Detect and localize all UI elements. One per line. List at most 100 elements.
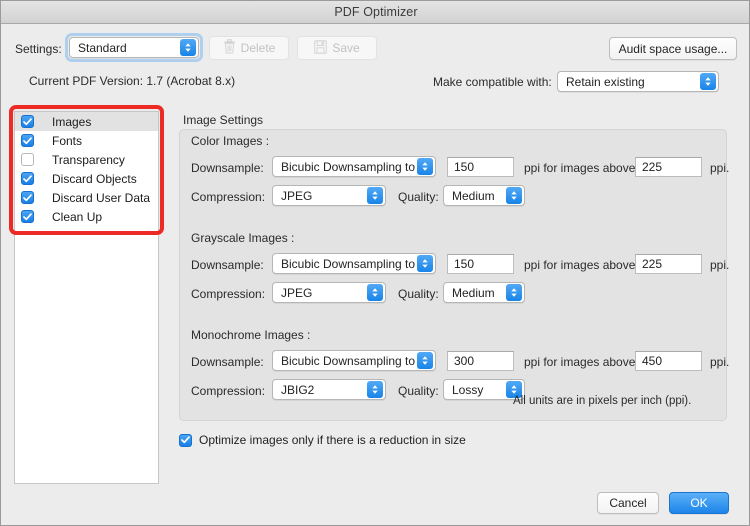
image-settings-group-title: Image Settings xyxy=(183,113,264,127)
sidebar-item-discard-user-data[interactable]: Discard User Data xyxy=(15,188,158,207)
compression-label: Compression: xyxy=(191,190,266,204)
grayscale-images-compression-dropdown-value: JPEG xyxy=(281,285,313,300)
color-images-threshold-ppi-field[interactable]: 225 xyxy=(635,157,702,177)
compression-label: Compression: xyxy=(191,287,266,301)
cancel-button-label: Cancel xyxy=(609,496,647,510)
audit-space-usage-button[interactable]: Audit space usage... xyxy=(609,37,737,60)
ppi-for-images-above-label: ppi for images above xyxy=(524,258,636,272)
grayscale-images-downsample-ppi-field-value: 150 xyxy=(454,257,475,271)
color-images-quality-dropdown[interactable]: Medium xyxy=(443,185,525,206)
color-images-compression-dropdown-value: JPEG xyxy=(281,188,313,203)
color-images-threshold-ppi-field-value: 225 xyxy=(642,160,663,174)
sidebar-item-discard-objects[interactable]: Discard Objects xyxy=(15,169,158,188)
make-compatible-dropdown[interactable]: Retain existing xyxy=(557,71,719,92)
ok-button[interactable]: OK xyxy=(669,492,729,514)
chevron-updown-icon xyxy=(180,39,196,56)
monochrome-images-quality-dropdown-value: Lossy xyxy=(452,382,484,397)
settings-preset-dropdown[interactable]: Standard xyxy=(69,37,199,58)
chevron-updown-icon xyxy=(506,187,522,204)
grayscale-images-section-title: Grayscale Images : xyxy=(191,231,295,245)
color-images-downsample-ppi-field[interactable]: 150 xyxy=(447,157,514,177)
ok-button-label: OK xyxy=(690,496,708,510)
compression-label: Compression: xyxy=(191,384,266,398)
make-compatible-value: Retain existing xyxy=(566,74,645,89)
quality-label: Quality: xyxy=(398,384,439,398)
color-images-quality-dropdown-value: Medium xyxy=(452,188,495,203)
monochrome-images-threshold-ppi-field-value: 450 xyxy=(642,354,663,368)
quality-label: Quality: xyxy=(398,190,439,204)
grayscale-images-downsample-method-dropdown-value: Bicubic Downsampling to xyxy=(281,256,416,271)
monochrome-images-compression-dropdown-value: JBIG2 xyxy=(281,382,315,397)
grayscale-images-compression-dropdown[interactable]: JPEG xyxy=(272,282,386,303)
quality-label: Quality: xyxy=(398,287,439,301)
delete-button-label: Delete xyxy=(240,41,276,55)
checkbox-transparency[interactable] xyxy=(21,153,34,166)
window-title: PDF Optimizer xyxy=(334,5,418,19)
sidebar-item-label: Clean Up xyxy=(52,209,103,224)
ppi-for-images-above-label: ppi for images above xyxy=(524,355,636,369)
make-compatible-label: Make compatible with: xyxy=(433,75,552,89)
delete-button[interactable]: Delete xyxy=(209,36,289,60)
monochrome-images-threshold-ppi-field[interactable]: 450 xyxy=(635,351,702,371)
ppi-suffix-label: ppi. xyxy=(710,355,730,369)
chevron-updown-icon xyxy=(506,284,522,301)
sidebar-item-clean-up[interactable]: Clean Up xyxy=(15,207,158,226)
monochrome-images-downsample-ppi-field-value: 300 xyxy=(454,354,475,368)
save-button-label: Save xyxy=(332,41,360,55)
sidebar-item-label: Fonts xyxy=(52,133,83,148)
save-button[interactable]: Save xyxy=(297,36,377,60)
image-settings-panel: Color Images : Downsample: Bicubic Downsam… xyxy=(179,129,730,421)
window-titlebar: PDF Optimizer xyxy=(1,1,749,24)
sidebar-item-label: Discard Objects xyxy=(52,171,137,186)
chevron-updown-icon xyxy=(367,284,383,301)
chevron-updown-icon xyxy=(417,158,433,175)
downsample-label: Downsample: xyxy=(191,161,264,175)
monochrome-images-compression-dropdown[interactable]: JBIG2 xyxy=(272,379,386,400)
sidebar-item-images[interactable]: Images xyxy=(15,112,158,131)
trash-icon xyxy=(223,39,236,57)
downsample-label: Downsample: xyxy=(191,355,264,369)
color-images-section-title: Color Images : xyxy=(191,134,270,148)
monochrome-images-section-title: Monochrome Images : xyxy=(191,328,311,342)
settings-category-list[interactable]: Images Fonts Transparency Discard Objects Di… xyxy=(14,111,159,484)
sidebar-item-label: Discard User Data xyxy=(52,190,151,205)
chevron-updown-icon xyxy=(417,255,433,272)
units-note-text: All units are in pixels per inch (ppi). xyxy=(513,395,692,407)
color-images-compression-dropdown[interactable]: JPEG xyxy=(272,185,386,206)
ppi-for-images-above-label: ppi for images above xyxy=(524,161,636,175)
ppi-suffix-label: ppi. xyxy=(710,161,730,175)
chevron-updown-icon xyxy=(367,187,383,204)
downsample-label: Downsample: xyxy=(191,258,264,272)
checkbox-discard-user-data[interactable] xyxy=(21,191,34,204)
grayscale-images-threshold-ppi-field[interactable]: 225 xyxy=(635,254,702,274)
chevron-updown-icon xyxy=(700,73,716,90)
pdf-optimizer-dialog: PDF Optimizer Settings: Standard Delete xyxy=(0,0,750,526)
sidebar-item-fonts[interactable]: Fonts xyxy=(15,131,158,150)
sidebar-item-label: Transparency xyxy=(52,152,125,167)
color-images-downsample-ppi-field-value: 150 xyxy=(454,160,475,174)
monochrome-images-downsample-method-dropdown[interactable]: Bicubic Downsampling to xyxy=(272,350,436,371)
checkbox-clean-up[interactable] xyxy=(21,210,34,223)
checkbox-fonts[interactable] xyxy=(21,134,34,147)
cancel-button[interactable]: Cancel xyxy=(597,492,659,514)
grayscale-images-quality-dropdown-value: Medium xyxy=(452,285,495,300)
grayscale-images-downsample-ppi-field[interactable]: 150 xyxy=(447,254,514,274)
sidebar-item-transparency[interactable]: Transparency xyxy=(15,150,158,169)
grayscale-images-quality-dropdown[interactable]: Medium xyxy=(443,282,525,303)
optimize-images-label: Optimize images only if there is a reduc… xyxy=(199,433,466,447)
chevron-updown-icon xyxy=(417,352,433,369)
grayscale-images-downsample-method-dropdown[interactable]: Bicubic Downsampling to xyxy=(272,253,436,274)
color-images-downsample-method-dropdown[interactable]: Bicubic Downsampling to xyxy=(272,156,436,177)
monochrome-images-downsample-ppi-field[interactable]: 300 xyxy=(447,351,514,371)
optimize-images-checkbox[interactable] xyxy=(179,433,192,447)
audit-space-usage-label: Audit space usage... xyxy=(618,41,728,56)
sidebar-item-label: Images xyxy=(52,114,92,129)
monochrome-images-downsample-method-dropdown-value: Bicubic Downsampling to xyxy=(281,353,416,368)
chevron-updown-icon xyxy=(367,381,383,398)
checkbox-images[interactable] xyxy=(21,115,34,128)
floppy-disk-icon xyxy=(314,39,328,57)
optimize-images-checkbox-row[interactable]: Optimize images only if there is a reduc… xyxy=(179,433,466,447)
settings-label: Settings: xyxy=(15,42,62,56)
current-pdf-version-text: Current PDF Version: 1.7 (Acrobat 8.x) xyxy=(29,74,236,88)
checkbox-discard-objects[interactable] xyxy=(21,172,34,185)
